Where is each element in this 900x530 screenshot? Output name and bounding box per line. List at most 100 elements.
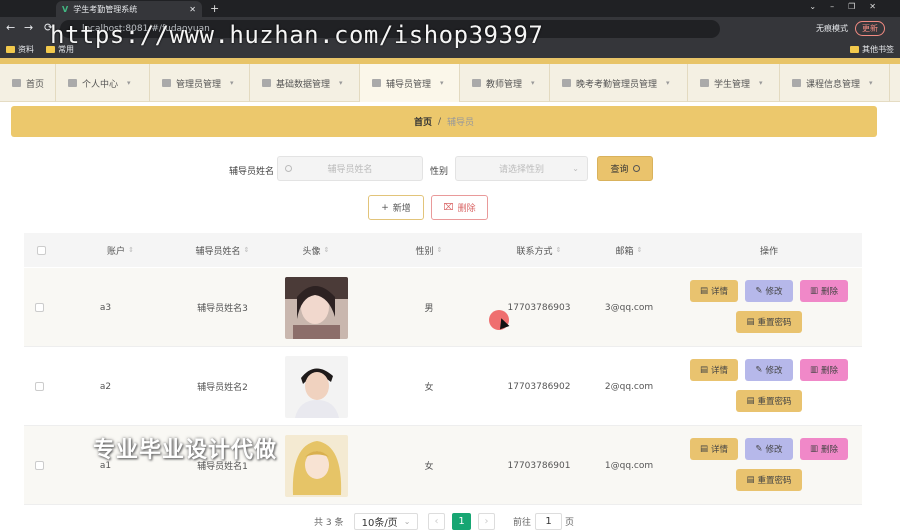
cell-email: 1@qq.com: [604, 460, 654, 471]
bookmark-folder[interactable]: 资料: [6, 44, 34, 55]
avatar: [284, 276, 348, 339]
add-label: 新增: [392, 204, 411, 214]
sort-icon[interactable]: ⇕: [637, 246, 643, 254]
button-label: 重置密码: [757, 476, 792, 486]
button-label: 重置密码: [757, 397, 792, 407]
chevron-right-icon: ›: [484, 516, 489, 527]
browser-tab[interactable]: V 学生考勤管理系统 ✕: [56, 1, 202, 17]
row-checkbox[interactable]: [24, 268, 54, 347]
folder-icon: [850, 46, 859, 53]
page-number-current[interactable]: 1: [452, 513, 471, 530]
vue-logo-icon: V: [62, 4, 69, 14]
row-checkbox[interactable]: [24, 426, 54, 505]
page-suffix: 页: [565, 518, 575, 528]
cell-email: 3@qq.com: [604, 302, 654, 313]
chevron-down-icon: ⌄: [572, 164, 579, 173]
add-button[interactable]: + 新增: [368, 195, 424, 220]
checkbox[interactable]: [34, 382, 44, 391]
cell-gender: 女: [424, 383, 434, 393]
edit-icon: ✎: [755, 365, 763, 375]
detail-button[interactable]: ▤ 详情: [690, 438, 738, 460]
trash-icon: ▥: [809, 365, 818, 375]
delete-button[interactable]: ▥ 删除: [800, 280, 848, 302]
update-button[interactable]: 更新: [855, 21, 885, 36]
checkbox[interactable]: [34, 303, 44, 312]
folder-icon: [372, 79, 381, 87]
nav-item-basic-data[interactable]: 基础数据管理 ▾: [250, 64, 360, 102]
button-label: 重置密码: [757, 318, 792, 328]
row-checkbox[interactable]: [24, 347, 54, 426]
detail-button[interactable]: ▤ 详情: [690, 359, 738, 381]
reset-password-button[interactable]: ▤ 重置密码: [736, 469, 802, 491]
chevron-down-icon: ▾: [666, 79, 670, 87]
delete-button[interactable]: ▥ 删除: [800, 359, 848, 381]
checkbox[interactable]: [36, 245, 46, 255]
pagination-total: 共 3 条: [314, 518, 344, 528]
nav-item-student[interactable]: 学生管理 ▾: [688, 64, 780, 102]
header-label: 邮箱: [615, 246, 634, 257]
edit-button[interactable]: ✎ 修改: [745, 438, 793, 460]
header-label: 头像: [302, 246, 321, 257]
nav-label: 课程信息管理: [806, 79, 861, 90]
close-icon[interactable]: ✕: [189, 5, 196, 14]
reset-password-button[interactable]: ▤ 重置密码: [736, 390, 802, 412]
sort-icon[interactable]: ⇕: [437, 246, 443, 254]
other-bookmarks[interactable]: 其他书签: [850, 44, 894, 55]
checkbox[interactable]: [34, 461, 44, 470]
nav-item-counselor[interactable]: 辅导员管理 ▾: [360, 64, 460, 102]
page-size-label: 10条/页: [361, 518, 398, 529]
nav-item-course[interactable]: 课程信息管理 ▾: [780, 64, 890, 102]
edit-icon: ✎: [755, 286, 763, 296]
browser-tabbar: V 学生考勤管理系统 ✕ + ⌄–❐✕: [0, 0, 900, 17]
detail-button[interactable]: ▤ 详情: [690, 280, 738, 302]
reset-password-button[interactable]: ▤ 重置密码: [736, 311, 802, 333]
query-button[interactable]: 查询: [597, 156, 653, 181]
nav-label: 基础数据管理: [276, 79, 331, 90]
sort-icon[interactable]: ⇕: [128, 246, 134, 254]
goto-page-input[interactable]: 1: [535, 513, 562, 530]
nav-item-teacher[interactable]: 教师管理 ▾: [460, 64, 550, 102]
page-size-select[interactable]: 10条/页 ⌄: [354, 513, 418, 530]
sort-icon[interactable]: ⇕: [556, 246, 562, 254]
prev-page-button[interactable]: ‹: [428, 513, 445, 530]
document-icon: ▤: [699, 286, 708, 296]
grid-icon: [262, 79, 271, 87]
cell-avatar: [256, 268, 376, 347]
header-avatar[interactable]: 头像 ⇕: [256, 233, 376, 267]
delete-button[interactable]: ▥ 删除: [800, 438, 848, 460]
window-controls[interactable]: ⌄–❐✕: [809, 2, 890, 11]
edit-button[interactable]: ✎ 修改: [745, 359, 793, 381]
forward-icon[interactable]: →: [24, 21, 33, 34]
batch-delete-button[interactable]: ⌧ 删除: [431, 195, 488, 220]
nav-label: 学生管理: [714, 79, 751, 90]
breadcrumb-home[interactable]: 首页: [414, 115, 432, 128]
header-label: 联系方式: [516, 246, 553, 257]
select-all-checkbox[interactable]: [24, 233, 58, 267]
back-icon[interactable]: ←: [6, 21, 15, 34]
button-label: 详情: [711, 445, 729, 455]
gender-select[interactable]: 请选择性别 ⌄: [455, 156, 588, 181]
name-search-input[interactable]: 辅导员姓名: [277, 156, 423, 181]
folder-icon: [6, 46, 15, 53]
edit-button[interactable]: ✎ 修改: [745, 280, 793, 302]
search-icon: [285, 165, 292, 172]
plus-icon: +: [381, 202, 389, 213]
nav-label: 管理员管理: [176, 79, 222, 90]
nav-label: 晚考考勤管理员管理: [576, 79, 658, 90]
nav-item-home[interactable]: 首页: [0, 64, 56, 102]
chevron-down-icon: ▾: [531, 79, 535, 87]
nav-item-profile[interactable]: 个人中心 ▾: [56, 64, 150, 102]
chevron-down-icon: ▾: [127, 79, 131, 87]
header-actions: 操作: [689, 233, 849, 267]
query-label: 查询: [610, 165, 629, 175]
nav-item-admin[interactable]: 管理员管理 ▾: [150, 64, 250, 102]
new-tab-icon[interactable]: +: [210, 2, 219, 15]
next-page-button[interactable]: ›: [478, 513, 495, 530]
header-email[interactable]: 邮箱 ⇕: [576, 233, 682, 267]
nav-item-attendance-admin[interactable]: 晚考考勤管理员管理 ▾: [550, 64, 688, 102]
delete-label: 删除: [457, 204, 476, 214]
sort-icon[interactable]: ⇕: [244, 246, 250, 254]
sort-icon[interactable]: ⇕: [324, 246, 330, 254]
header-label: 账户: [107, 246, 126, 257]
header-gender[interactable]: 性别 ⇕: [374, 233, 484, 267]
